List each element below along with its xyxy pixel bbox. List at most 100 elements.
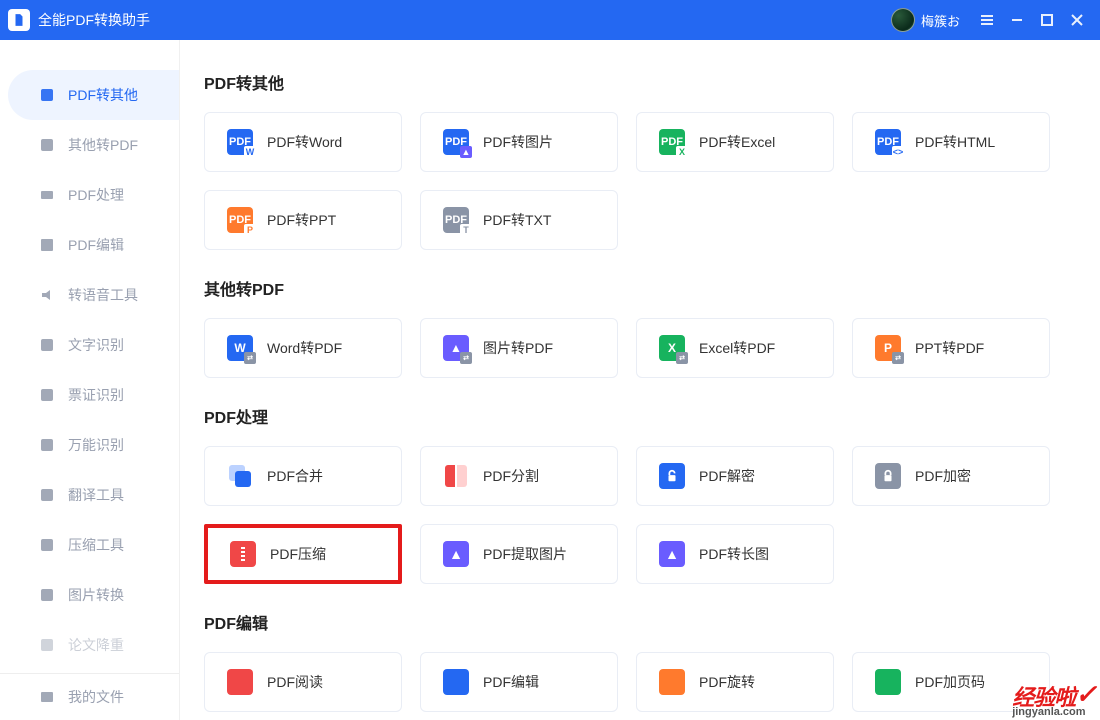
- card-pdf-encrypt[interactable]: PDF加密: [852, 446, 1050, 506]
- txt-icon: PDFT: [443, 207, 469, 233]
- avatar: [891, 8, 915, 32]
- card-label: PDF分割: [483, 466, 539, 486]
- sidebar-item-translate[interactable]: 翻译工具: [8, 470, 179, 520]
- card-label: PDF转Word: [267, 132, 342, 152]
- card-pdf-split[interactable]: PDF分割: [420, 446, 618, 506]
- sidebar-item-ticket-ocr[interactable]: 票证识别: [8, 370, 179, 420]
- sidebar-item-other-to-pdf[interactable]: 其他转PDF: [8, 120, 179, 170]
- sidebar-item-label: 其他转PDF: [68, 135, 138, 155]
- card-pdf-extract-image[interactable]: ▲ PDF提取图片: [420, 524, 618, 584]
- card-label: Excel转PDF: [699, 338, 775, 358]
- excel-icon: PDFX: [659, 129, 685, 155]
- sidebar-item-label: 我的文件: [68, 687, 124, 707]
- card-pdf-compress[interactable]: PDF压缩: [204, 524, 402, 584]
- compress-file-icon: [230, 541, 256, 567]
- html-icon: PDF<>: [875, 129, 901, 155]
- sidebar-item-audio-tool[interactable]: 转语音工具: [8, 270, 179, 320]
- merge-icon: [227, 463, 253, 489]
- card-label: PDF转HTML: [915, 132, 995, 152]
- sidebar-item-universal-ocr[interactable]: 万能识别: [8, 420, 179, 470]
- check-icon: ✓: [1075, 681, 1096, 707]
- card-pdf-to-txt[interactable]: PDFT PDF转TXT: [420, 190, 618, 250]
- card-label: PDF压缩: [270, 544, 326, 564]
- section-title-pdf-edit: PDF编辑: [204, 610, 1076, 634]
- user-area[interactable]: 梅簇お: [891, 8, 960, 32]
- card-pdf-to-image[interactable]: PDF▲ PDF转图片: [420, 112, 618, 172]
- section-title-pdf-to-other: PDF转其他: [204, 70, 1076, 94]
- sidebar-item-label: 翻译工具: [68, 485, 124, 505]
- card-pdf-to-word[interactable]: PDFW PDF转Word: [204, 112, 402, 172]
- card-label: PDF解密: [699, 466, 755, 486]
- card-label: PDF转长图: [699, 544, 769, 564]
- sidebar-item-label: 论文降重: [68, 635, 124, 655]
- card-pdf-edit[interactable]: PDF编辑: [420, 652, 618, 712]
- split-icon: [443, 463, 469, 489]
- picture-icon: ▲⇄: [443, 335, 469, 361]
- sidebar-item-label: 转语音工具: [68, 285, 138, 305]
- content: PDF转其他 PDFW PDF转Word PDF▲ PDF转图片 PDFX PD…: [180, 40, 1100, 720]
- menu-icon[interactable]: [972, 5, 1002, 35]
- app-title: 全能PDF转换助手: [38, 10, 150, 30]
- card-excel-to-pdf[interactable]: X⇄ Excel转PDF: [636, 318, 834, 378]
- titlebar: P 全能PDF转换助手 梅簇お: [0, 0, 1100, 40]
- card-label: PDF合并: [267, 466, 323, 486]
- card-pdf-rotate[interactable]: PDF旋转: [636, 652, 834, 712]
- sidebar-item-pdf-to-other[interactable]: PDF转其他: [8, 70, 179, 120]
- folder-icon: [38, 688, 56, 706]
- compress-icon: [38, 536, 56, 554]
- card-label: PDF转TXT: [483, 210, 551, 230]
- sidebar-item-image-convert[interactable]: 图片转换: [8, 570, 179, 620]
- sidebar-item-label: 压缩工具: [68, 535, 124, 555]
- sidebar-item-ocr-text[interactable]: 文字识别: [8, 320, 179, 370]
- sidebar-item-pdf-process[interactable]: PDF处理: [8, 170, 179, 220]
- svg-text:P: P: [16, 18, 20, 24]
- sidebar-item-label: 图片转换: [68, 585, 124, 605]
- translate-icon: [38, 486, 56, 504]
- card-image-to-pdf[interactable]: ▲⇄ 图片转PDF: [420, 318, 618, 378]
- card-ppt-to-pdf[interactable]: P⇄ PPT转PDF: [852, 318, 1050, 378]
- card-pdf-to-long-image[interactable]: ▲ PDF转长图: [636, 524, 834, 584]
- page-number-icon: [875, 669, 901, 695]
- app-logo-icon: P: [8, 9, 30, 31]
- card-pdf-decrypt[interactable]: PDF解密: [636, 446, 834, 506]
- sidebar-item-label: PDF转其他: [68, 85, 138, 105]
- card-label: PPT转PDF: [915, 338, 984, 358]
- sidebar-item-label: 文字识别: [68, 335, 124, 355]
- sidebar: PDF转其他 其他转PDF PDF处理 PDF编辑 转语音工具 文字识别 票证识…: [0, 40, 180, 720]
- card-label: PDF提取图片: [483, 544, 567, 564]
- card-label: PDF转PPT: [267, 210, 336, 230]
- maximize-icon[interactable]: [1032, 5, 1062, 35]
- card-label: PDF阅读: [267, 672, 323, 692]
- card-label: Word转PDF: [267, 338, 342, 358]
- card-pdf-to-ppt[interactable]: PDFP PDF转PPT: [204, 190, 402, 250]
- section-title-other-to-pdf: 其他转PDF: [204, 276, 1076, 300]
- unlock-icon: [659, 463, 685, 489]
- card-pdf-to-excel[interactable]: PDFX PDF转Excel: [636, 112, 834, 172]
- card-pdf-to-html[interactable]: PDF<> PDF转HTML: [852, 112, 1050, 172]
- ppt-file-icon: P⇄: [875, 335, 901, 361]
- rotate-icon: [659, 669, 685, 695]
- sidebar-item-compress[interactable]: 压缩工具: [8, 520, 179, 570]
- card-pdf-read[interactable]: PDF阅读: [204, 652, 402, 712]
- minimize-icon[interactable]: [1002, 5, 1032, 35]
- close-icon[interactable]: [1062, 5, 1092, 35]
- extract-image-icon: ▲: [443, 541, 469, 567]
- sidebar-item-pdf-edit[interactable]: PDF编辑: [8, 220, 179, 270]
- card-label: PDF转Excel: [699, 132, 775, 152]
- image-icon: [38, 586, 56, 604]
- card-label: PDF转图片: [483, 132, 553, 152]
- read-icon: [227, 669, 253, 695]
- lock-icon: [875, 463, 901, 489]
- sidebar-item-my-files[interactable]: 我的文件: [8, 674, 179, 720]
- text-icon: [38, 336, 56, 354]
- sidebar-item-paper[interactable]: 论文降重: [8, 620, 179, 670]
- card-label: 图片转PDF: [483, 338, 553, 358]
- card-word-to-pdf[interactable]: W⇄ Word转PDF: [204, 318, 402, 378]
- sidebar-item-label: PDF处理: [68, 185, 124, 205]
- scan-icon: [38, 436, 56, 454]
- ticket-icon: [38, 386, 56, 404]
- paper-icon: [38, 636, 56, 654]
- card-pdf-merge[interactable]: PDF合并: [204, 446, 402, 506]
- edit-icon: [38, 236, 56, 254]
- convert-icon: [38, 136, 56, 154]
